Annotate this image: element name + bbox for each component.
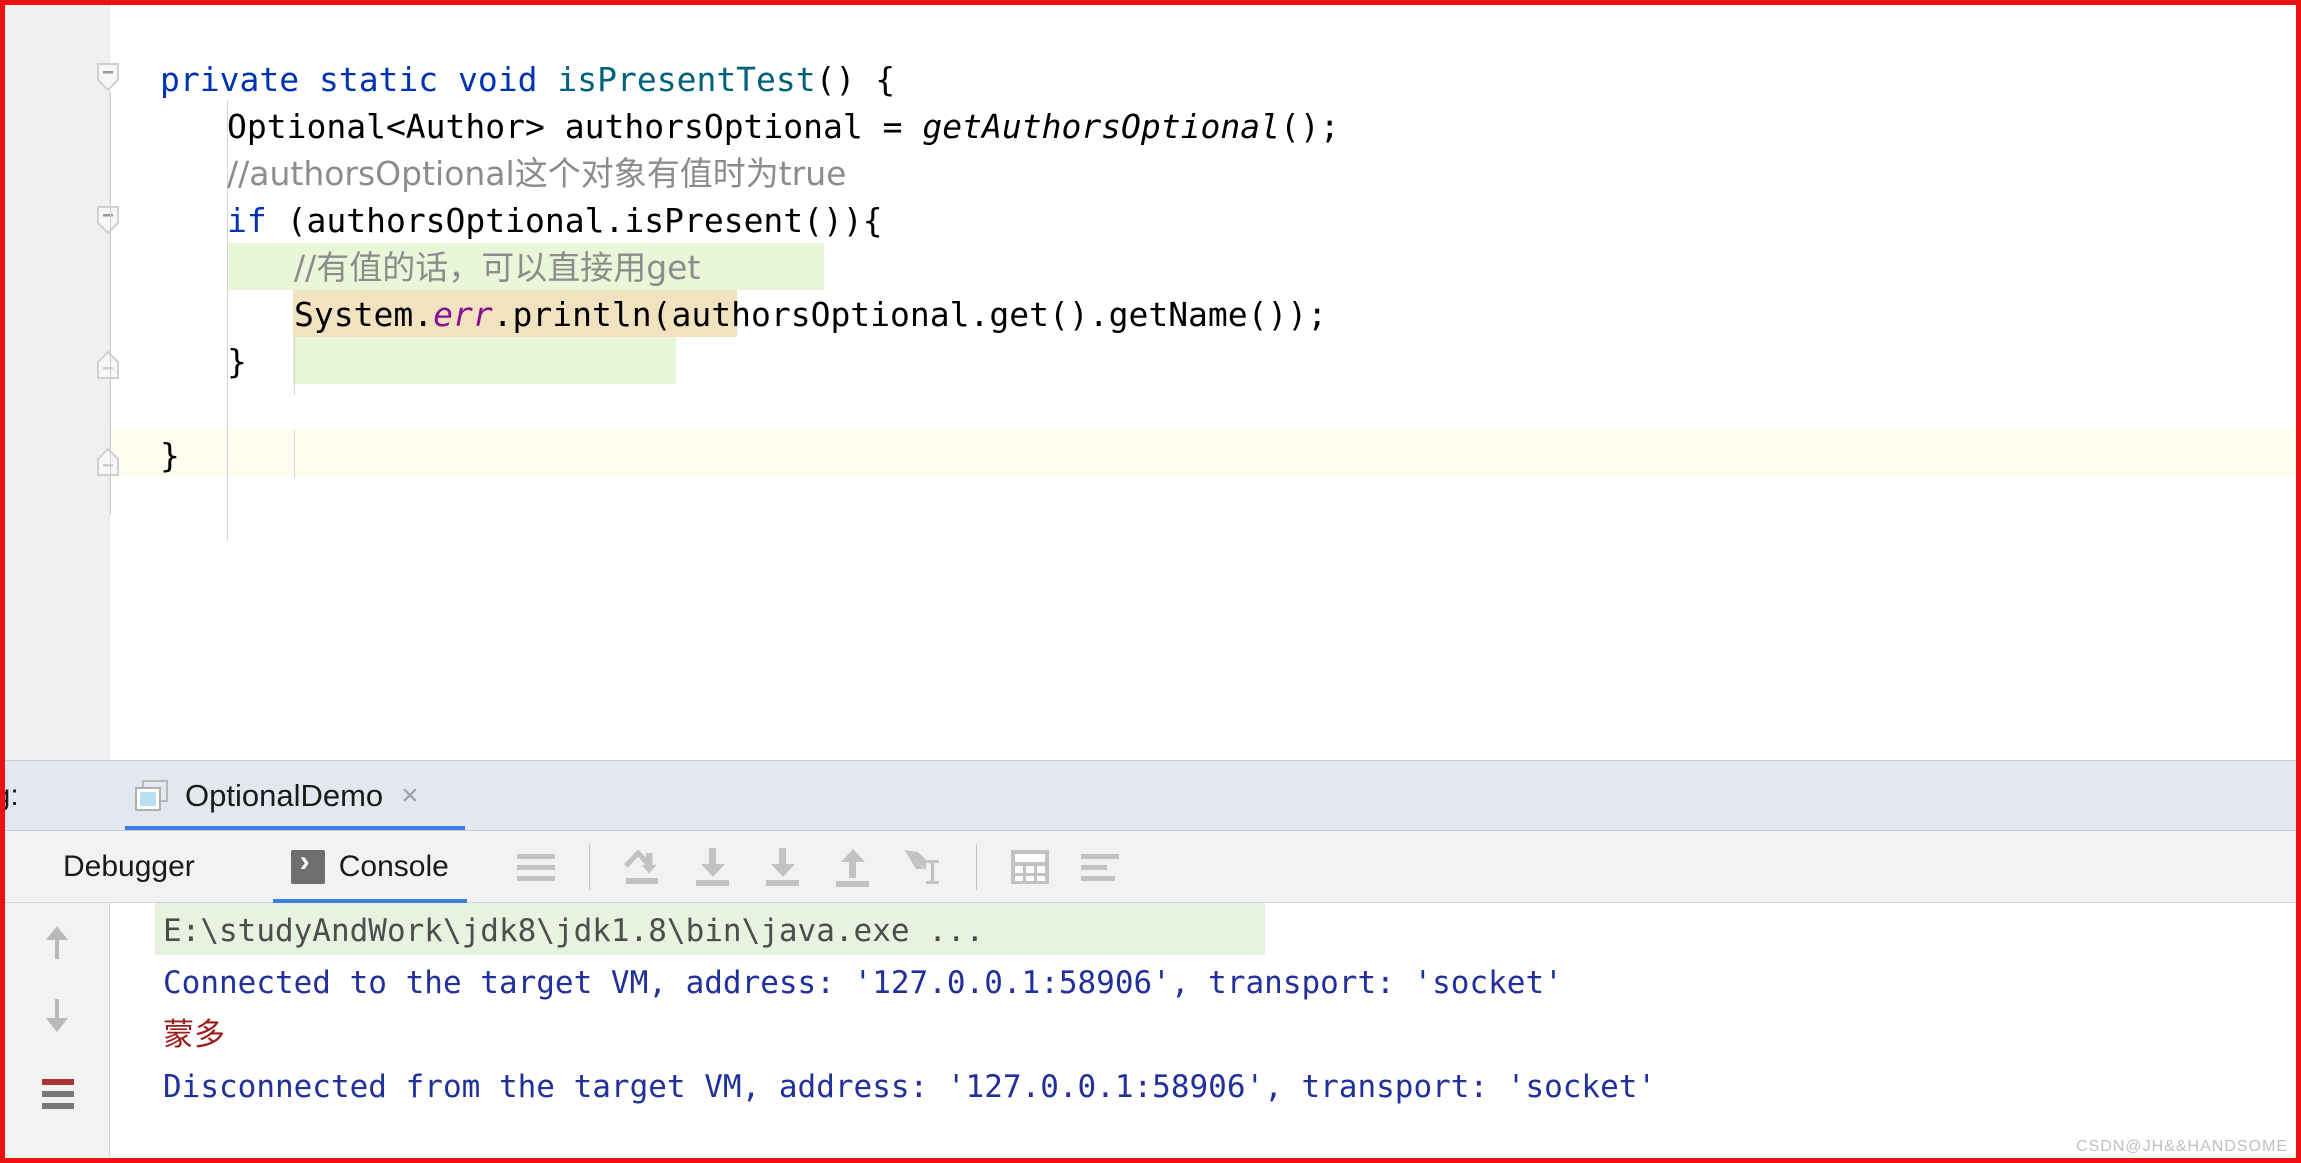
tab-debugger-label: Debugger (63, 849, 195, 883)
tab-debugger[interactable]: Debugger (45, 831, 213, 903)
code-line[interactable]: } (5, 335, 2296, 382)
scroll-up-icon[interactable] (33, 917, 83, 967)
close-icon[interactable]: × (401, 781, 419, 811)
ide-window: private static void isPresentTest() {Opt… (0, 0, 2301, 1163)
debug-panel-label: ug: (5, 779, 19, 812)
run-configuration-icon (135, 780, 169, 812)
debug-tool-window: ug: OptionalDemo × Debugger (5, 760, 2296, 1158)
code-token: private (160, 60, 319, 99)
console-line: Connected to the target VM, address: '12… (125, 955, 2295, 1007)
code-token: } (227, 342, 247, 381)
console-line: E:\studyAndWork\jdk8\jdk1.8\bin\java.exe… (125, 903, 2295, 955)
console-line-text: E:\studyAndWork\jdk8\jdk1.8\bin\java.exe… (163, 913, 985, 949)
debug-toolbar[interactable]: Debugger Console (5, 831, 2296, 903)
code-token: static (318, 60, 459, 99)
code-editor[interactable]: private static void isPresentTest() {Opt… (5, 5, 2296, 760)
code-line[interactable]: //authorsOptional这个对象有值时为true (5, 147, 2296, 194)
print-icon[interactable] (33, 1071, 83, 1121)
console-line-text: Connected to the target VM, address: '12… (163, 965, 1563, 1001)
step-out-icon[interactable] (826, 840, 880, 894)
code-token: System. (294, 295, 434, 334)
soft-wrap-icon[interactable] (509, 840, 563, 894)
code-token: } (160, 436, 180, 475)
debug-tab-bar: ug: OptionalDemo × (5, 761, 2296, 831)
tab-console[interactable]: Console (272, 831, 467, 903)
tab-console-underline (272, 898, 467, 903)
run-tab-underline (125, 826, 465, 830)
console-icon (290, 845, 325, 884)
run-tab-label: OptionalDemo (185, 778, 384, 813)
force-step-into-icon[interactable] (756, 840, 810, 894)
run-configuration-tab[interactable]: OptionalDemo × (125, 761, 429, 831)
code-line[interactable]: Optional<Author> authorsOptional = getAu… (5, 100, 2296, 147)
code-line[interactable]: if (authorsOptional.isPresent()){ (5, 194, 2296, 241)
console-lines[interactable]: E:\studyAndWork\jdk8\jdk1.8\bin\java.exe… (125, 903, 2295, 1111)
run-to-cursor-icon[interactable] (896, 840, 950, 894)
step-over-icon[interactable] (616, 840, 670, 894)
code-token: err (433, 295, 493, 334)
console-output[interactable]: E:\studyAndWork\jdk8\jdk1.8\bin\java.exe… (5, 903, 2296, 1157)
console-line: 蒙多 (125, 1007, 2295, 1059)
code-token: .println(authorsOptional.get().getName()… (492, 295, 1328, 334)
code-line[interactable]: //有值的话，可以直接用get (5, 241, 2296, 288)
console-line-text: 蒙多 (163, 1017, 225, 1053)
code-token: (); (1280, 107, 1340, 146)
step-into-icon[interactable] (686, 840, 740, 894)
settings-lines-icon[interactable] (1073, 840, 1127, 894)
watermark: CSDN@JH&&HANDSOME (2076, 1138, 2288, 1155)
code-token: getAuthorsOptional (922, 107, 1280, 146)
code-line[interactable]: System.err.println(authorsOptional.get()… (5, 288, 2296, 335)
code-token: void (458, 60, 558, 99)
code-token: (authorsOptional.isPresent()){ (286, 201, 883, 240)
console-line: Disconnected from the target VM, address… (125, 1059, 2295, 1111)
console-side-toolbar[interactable] (5, 903, 110, 1157)
evaluate-expression-icon[interactable] (1003, 840, 1057, 894)
toolbar-separator-1 (588, 843, 590, 890)
code-token: isPresentTest (557, 60, 816, 99)
code-token: //有值的话，可以直接用get (294, 248, 701, 287)
code-line[interactable]: private static void isPresentTest() { (5, 53, 2296, 100)
code-token: //authorsOptional这个对象有值时为true (227, 154, 847, 193)
code-token: () { (815, 60, 896, 99)
code-line[interactable]: } (5, 429, 2296, 476)
console-line-text: Disconnected from the target VM, address… (163, 1069, 1657, 1105)
toolbar-separator-2 (975, 843, 977, 890)
code-lines[interactable]: private static void isPresentTest() {Opt… (5, 5, 2296, 760)
code-token: if (227, 201, 287, 240)
code-token: Optional<Author> authorsOptional = (227, 107, 923, 146)
code-line[interactable] (5, 382, 2296, 429)
scroll-down-icon[interactable] (33, 991, 83, 1041)
tab-console-label: Console (338, 849, 449, 883)
